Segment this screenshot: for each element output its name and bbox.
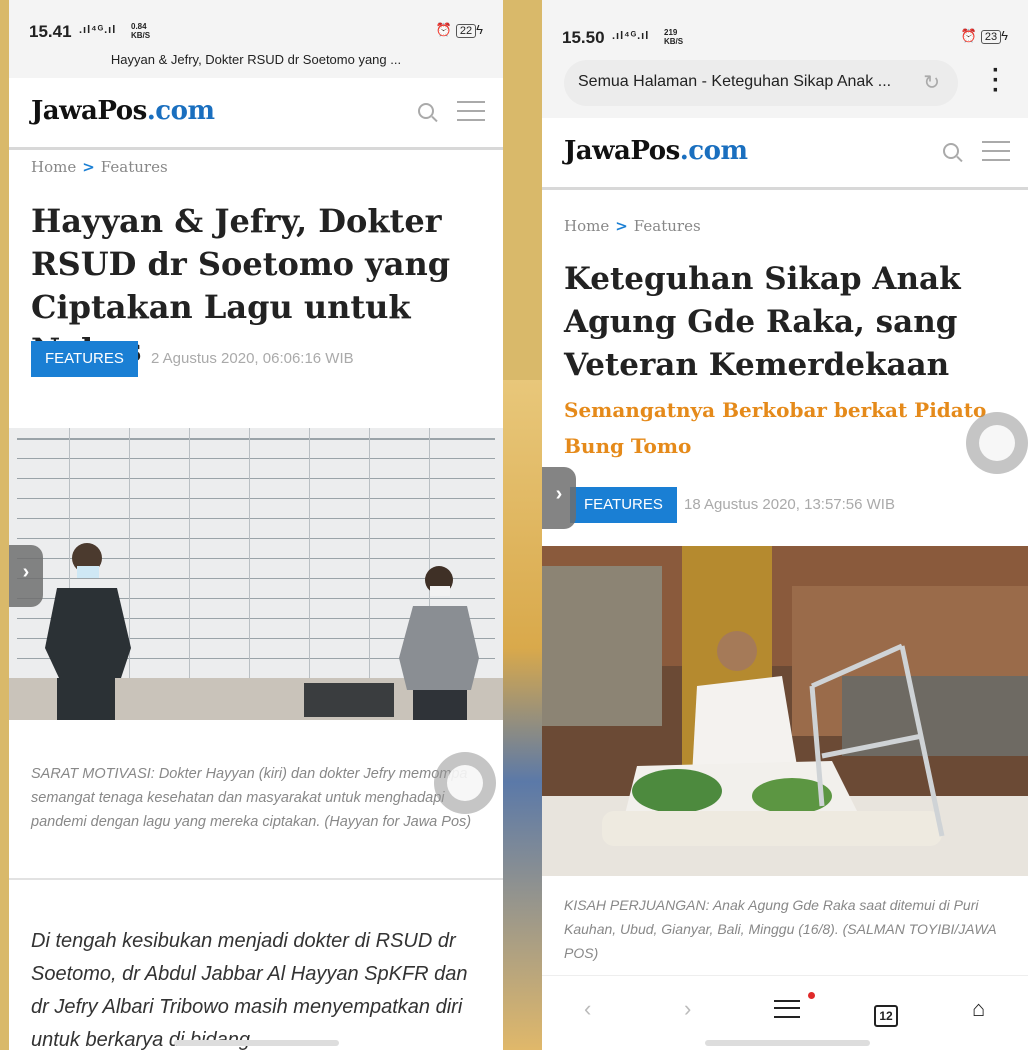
battery-icon: 22 <box>455 24 477 38</box>
network-speed: 219 KB/S <box>664 28 684 46</box>
publish-date: 2 Agustus 2020, 06:06:16 WIB <box>151 350 354 367</box>
search-icon[interactable] <box>418 102 435 119</box>
url-text: Semua Halaman - Keteguhan Sikap Anak ... <box>578 73 892 90</box>
battery-icon: 23 <box>980 30 1002 44</box>
breadcrumb: Home > Features <box>31 158 168 176</box>
url-bar[interactable]: Semua Halaman - Keteguhan Sikap Anak ...… <box>564 60 958 106</box>
photo-caption: KISAH PERJUANGAN: Anak Agung Gde Raka sa… <box>564 897 997 961</box>
gesture-bar <box>705 1040 870 1046</box>
category-tag[interactable]: FEATURES <box>31 341 138 377</box>
charging-icon: ϟ <box>1001 28 1008 43</box>
right-screenshot: 15.50 .ıl⁴ᴳ.ıl 219 KB/S ⏰ 23 ϟ Semua Halama… <box>542 0 1028 1050</box>
breadcrumb: Home > Features <box>564 217 701 235</box>
menu-icon[interactable] <box>774 998 800 1024</box>
status-bar: 15.41 .ıl⁴ᴳ.ıl 0.84 KB/S ⏰ 22 ϟ Hayyan & Je… <box>9 0 503 78</box>
status-time: 15.50 <box>562 28 605 47</box>
alarm-icon: ⏰ <box>960 28 977 43</box>
article-photo <box>9 428 503 720</box>
side-panel-toggle-button[interactable]: › <box>9 545 43 607</box>
network-speed: 0.84 KB/S <box>131 22 151 40</box>
status-right: ⏰ 23 ϟ <box>961 28 1008 44</box>
photo-caption: SARAT MOTIVASI: Dokter Hayyan (kiri) dan… <box>31 766 472 830</box>
divider <box>9 878 503 880</box>
back-icon[interactable]: ‹ <box>584 996 591 1022</box>
article-subheadline: Semangatnya Berkobar berkat Pidato Bung … <box>564 398 987 458</box>
floating-assist-button[interactable] <box>966 412 1028 474</box>
article-photo <box>542 546 1028 876</box>
tabs-count: 12 <box>874 1005 898 1027</box>
notification-dot <box>808 992 815 999</box>
tab-title: Hayyan & Jefry, Dokter RSUD dr Soetomo y… <box>110 52 402 67</box>
status-bar: 15.50 .ıl⁴ᴳ.ıl 219 KB/S ⏰ 23 ϟ Semua Halama… <box>542 0 1028 118</box>
breadcrumb-home[interactable]: Home <box>564 217 609 235</box>
reload-icon[interactable]: ↻ <box>923 70 940 95</box>
header-icons <box>943 136 1010 164</box>
breadcrumb-home[interactable]: Home <box>31 158 76 176</box>
article-body: Di tengah kesibukan menjadi dokter di RS… <box>31 930 468 1050</box>
menu-icon[interactable] <box>982 140 1010 161</box>
alarm-icon: ⏰ <box>435 22 452 37</box>
signal-icon: .ıl⁴ᴳ.ıl <box>612 30 650 42</box>
status-time: 15.41 <box>29 22 72 41</box>
forward-icon[interactable]: › <box>684 996 691 1022</box>
home-icon[interactable]: ⌂ <box>972 996 985 1022</box>
gesture-bar <box>174 1040 339 1046</box>
breadcrumb-arrow-icon: > <box>82 158 95 176</box>
site-logo[interactable]: JawaPos.com <box>564 136 748 166</box>
tabs-button[interactable]: 12 <box>874 1000 898 1027</box>
status-right: ⏰ 22 ϟ <box>436 22 483 38</box>
browser-bottom-nav: ‹ › 12 ⌂ <box>542 975 1028 1050</box>
breadcrumb-section[interactable]: Features <box>101 158 168 176</box>
category-tag[interactable]: FEATURES <box>570 487 677 523</box>
more-options-icon[interactable]: · · · <box>992 59 1000 103</box>
left-screenshot: 15.41 .ıl⁴ᴳ.ıl 0.84 KB/S ⏰ 22 ϟ Hayyan & Je… <box>9 0 503 1050</box>
search-icon[interactable] <box>943 142 960 159</box>
header-icons <box>418 96 485 124</box>
menu-icon[interactable] <box>457 100 485 121</box>
breadcrumb-arrow-icon: > <box>615 217 628 235</box>
signal-icon: .ıl⁴ᴳ.ıl <box>79 24 117 36</box>
charging-icon: ϟ <box>476 22 483 37</box>
side-panel-toggle-button[interactable]: › <box>542 467 576 529</box>
breadcrumb-section[interactable]: Features <box>634 217 701 235</box>
publish-date: 18 Agustus 2020, 13:57:56 WIB <box>684 496 895 513</box>
site-header: JawaPos.com <box>542 118 1028 190</box>
article-headline: Keteguhan Sikap Anak Agung Gde Raka, san… <box>564 261 961 383</box>
floating-assist-button[interactable] <box>434 752 496 814</box>
site-header: JawaPos.com <box>9 78 503 150</box>
site-logo[interactable]: JawaPos.com <box>31 96 215 126</box>
